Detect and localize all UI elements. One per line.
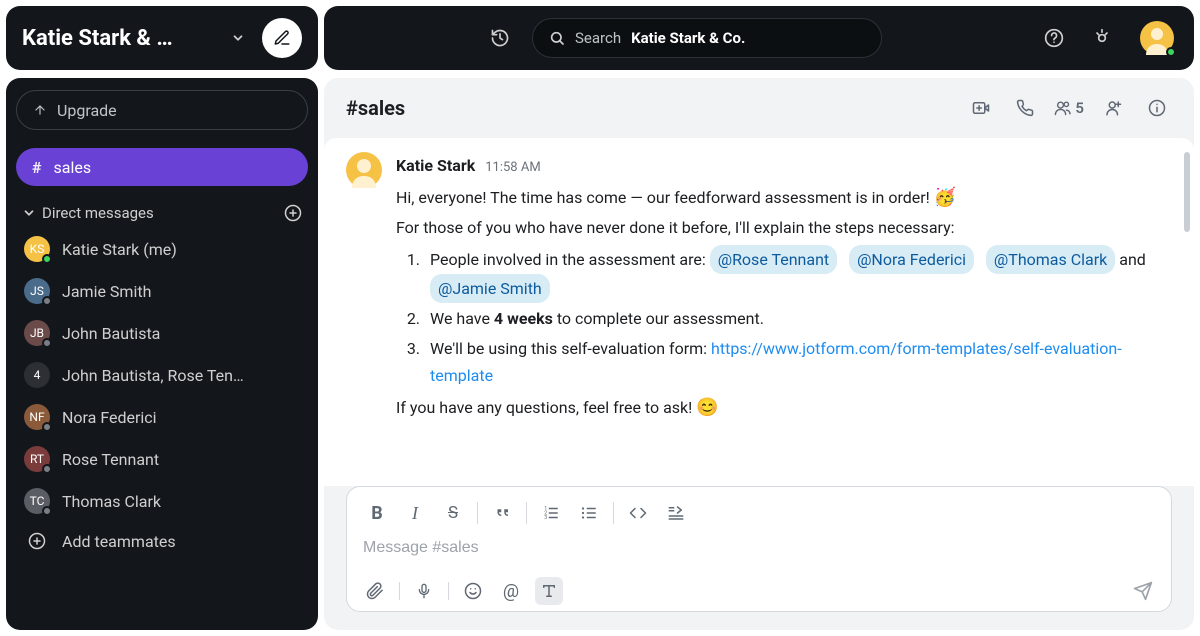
message-list: Katie Stark 11:58 AM Hi, everyone! The t… bbox=[324, 138, 1194, 486]
dm-avatar: JB bbox=[24, 320, 50, 346]
history-button[interactable] bbox=[484, 22, 516, 54]
dm-item[interactable]: JB John Bautista bbox=[16, 314, 308, 352]
info-icon[interactable] bbox=[1142, 93, 1172, 123]
code-button[interactable] bbox=[624, 499, 652, 527]
search-input[interactable]: Search Katie Stark & Co. bbox=[532, 18, 882, 58]
channel-name: sales bbox=[53, 158, 91, 177]
bullet-list-button[interactable] bbox=[575, 499, 603, 527]
search-context: Katie Stark & Co. bbox=[631, 29, 745, 47]
status-indicator-icon bbox=[42, 338, 52, 348]
add-video-icon[interactable] bbox=[966, 93, 996, 123]
message-text: Hi, everyone! The time has come — our fe… bbox=[396, 183, 1172, 423]
bold-button[interactable]: B bbox=[363, 499, 391, 527]
dm-avatar: RT bbox=[24, 446, 50, 472]
message-author[interactable]: Katie Stark bbox=[396, 152, 475, 179]
upgrade-label: Upgrade bbox=[57, 101, 117, 120]
format-toggle-button[interactable] bbox=[535, 577, 563, 605]
compose-button[interactable] bbox=[262, 18, 302, 58]
attach-button[interactable] bbox=[361, 577, 389, 605]
workspace-header: Katie Stark & … bbox=[6, 6, 318, 70]
plus-icon bbox=[24, 528, 50, 554]
workspace-name[interactable]: Katie Stark & … bbox=[22, 26, 214, 51]
status-indicator-icon bbox=[1166, 47, 1176, 57]
dm-section-label: Direct messages bbox=[42, 204, 154, 222]
member-count[interactable]: 5 bbox=[1054, 93, 1084, 123]
status-indicator-icon bbox=[42, 422, 52, 432]
dm-item[interactable]: KS Katie Stark (me) bbox=[16, 230, 308, 268]
upgrade-icon bbox=[33, 103, 47, 117]
search-icon bbox=[549, 30, 565, 46]
dm-avatar: NF bbox=[24, 404, 50, 430]
composer-input[interactable] bbox=[357, 537, 1161, 571]
dm-avatar: TC bbox=[24, 488, 50, 514]
smile-emoji-icon: 😊 bbox=[696, 397, 718, 418]
call-icon[interactable] bbox=[1010, 93, 1040, 123]
dm-avatar: 4 bbox=[24, 362, 50, 388]
mention-thomas[interactable]: @Thomas Clark bbox=[986, 245, 1115, 274]
status-indicator-icon bbox=[42, 506, 52, 516]
dm-label: Nora Federici bbox=[62, 408, 157, 427]
message-composer: B I S 123 bbox=[346, 486, 1172, 612]
dm-avatar: JS bbox=[24, 278, 50, 304]
scrollbar[interactable] bbox=[1184, 152, 1190, 232]
hash-icon: # bbox=[32, 158, 41, 177]
status-indicator-icon bbox=[42, 464, 52, 474]
add-teammates-button[interactable]: Add teammates bbox=[16, 520, 308, 562]
dm-label: Rose Tennant bbox=[62, 450, 159, 469]
dm-list: KS Katie Stark (me) JS Jamie Smith JB John Ba… bbox=[16, 230, 308, 520]
channel-header: #sales 5 bbox=[324, 78, 1194, 138]
mention-rose[interactable]: @Rose Tennant bbox=[710, 245, 837, 274]
composer-toolbar: B I S 123 bbox=[357, 495, 1161, 537]
dm-item[interactable]: 4 John Bautista, Rose Ten… bbox=[16, 356, 308, 394]
dm-label: Katie Stark (me) bbox=[62, 240, 177, 259]
emoji-button[interactable] bbox=[459, 577, 487, 605]
status-indicator-icon bbox=[42, 296, 52, 306]
send-button[interactable] bbox=[1129, 577, 1157, 605]
member-count-value: 5 bbox=[1075, 99, 1084, 117]
dm-label: John Bautista, Rose Ten… bbox=[62, 366, 244, 385]
help-button[interactable] bbox=[1038, 22, 1070, 54]
status-indicator-icon bbox=[42, 254, 52, 264]
channel-content: #sales 5 bbox=[324, 78, 1194, 630]
dm-label: John Bautista bbox=[62, 324, 160, 343]
dm-label: Thomas Clark bbox=[62, 492, 161, 511]
mention-jamie[interactable]: @Jamie Smith bbox=[430, 274, 550, 303]
add-dm-icon[interactable] bbox=[284, 204, 302, 222]
channel-title[interactable]: #sales bbox=[346, 96, 405, 120]
dm-item[interactable]: TC Thomas Clark bbox=[16, 482, 308, 520]
ordered-list-button[interactable]: 123 bbox=[537, 499, 565, 527]
current-user-avatar[interactable] bbox=[1140, 21, 1174, 55]
workspace-menu-chevron-icon[interactable] bbox=[224, 24, 252, 52]
topbar: Search Katie Stark & Co. bbox=[324, 6, 1194, 70]
dm-section-header[interactable]: Direct messages bbox=[16, 204, 308, 222]
activity-button[interactable] bbox=[1086, 22, 1118, 54]
dm-item[interactable]: RT Rose Tennant bbox=[16, 440, 308, 478]
mic-button[interactable] bbox=[410, 577, 438, 605]
svg-text:3: 3 bbox=[544, 515, 547, 521]
strike-button[interactable]: S bbox=[439, 499, 467, 527]
message-author-avatar[interactable] bbox=[346, 152, 382, 188]
quote-button[interactable] bbox=[488, 499, 516, 527]
upgrade-button[interactable]: Upgrade bbox=[16, 90, 308, 130]
dm-item[interactable]: NF Nora Federici bbox=[16, 398, 308, 436]
add-teammates-label: Add teammates bbox=[62, 532, 176, 551]
mention-nora[interactable]: @Nora Federici bbox=[849, 245, 974, 274]
sidebar-nav: Upgrade # sales Direct messages KS Katie … bbox=[6, 78, 318, 630]
add-member-icon[interactable] bbox=[1098, 93, 1128, 123]
message-item: Katie Stark 11:58 AM Hi, everyone! The t… bbox=[346, 152, 1172, 424]
party-emoji-icon: 🥳 bbox=[934, 187, 956, 208]
code-block-button[interactable] bbox=[662, 499, 690, 527]
message-timestamp: 11:58 AM bbox=[485, 157, 540, 179]
search-prefix: Search bbox=[575, 29, 621, 47]
dm-item[interactable]: JS Jamie Smith bbox=[16, 272, 308, 310]
dm-label: Jamie Smith bbox=[62, 282, 151, 301]
mention-button[interactable]: @ bbox=[497, 577, 525, 605]
channel-item-sales[interactable]: # sales bbox=[16, 148, 308, 186]
dm-avatar: KS bbox=[24, 236, 50, 262]
chevron-down-icon bbox=[22, 206, 36, 220]
italic-button[interactable]: I bbox=[401, 499, 429, 527]
